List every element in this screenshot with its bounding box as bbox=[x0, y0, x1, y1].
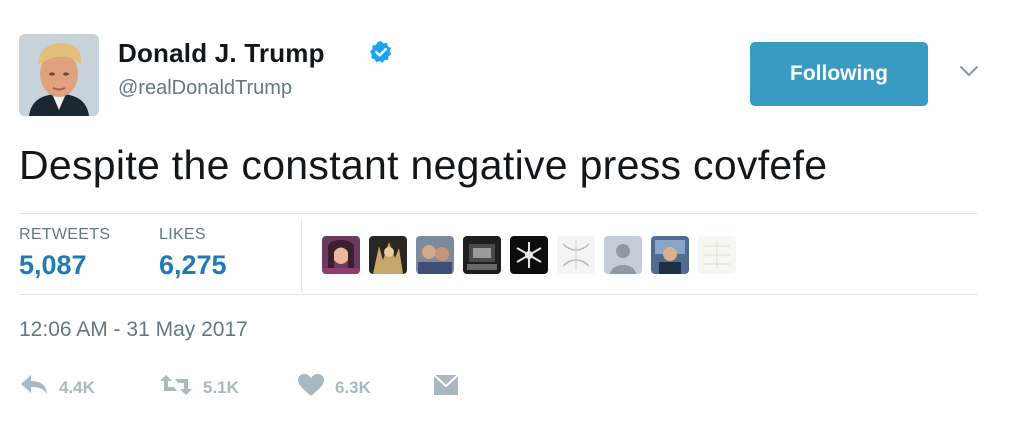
following-button[interactable]: Following bbox=[750, 42, 928, 106]
chevron-down-icon[interactable] bbox=[958, 64, 980, 78]
divider-top bbox=[19, 213, 978, 214]
liker-avatar[interactable] bbox=[651, 236, 689, 274]
reply-icon bbox=[19, 373, 49, 402]
liker-avatar[interactable] bbox=[322, 236, 360, 274]
liker-avatar[interactable] bbox=[557, 236, 595, 274]
like-button[interactable]: 6.3K bbox=[297, 373, 371, 402]
retweet-count: 5.1K bbox=[203, 377, 239, 397]
tweet-timestamp[interactable]: 12:06 AM - 31 May 2017 bbox=[19, 318, 248, 342]
verified-badge-icon bbox=[370, 41, 392, 63]
like-count: 6.3K bbox=[335, 377, 371, 397]
retweet-icon bbox=[159, 373, 193, 402]
display-name[interactable]: Donald J. Trump bbox=[118, 38, 325, 69]
liker-avatar[interactable] bbox=[416, 236, 454, 274]
retweets-count: 5,087 bbox=[19, 250, 87, 280]
likers-avatar-list bbox=[322, 236, 736, 274]
tweet-text: Despite the constant negative press covf… bbox=[19, 142, 828, 188]
user-handle[interactable]: @realDonaldTrump bbox=[118, 77, 292, 100]
retweets-label: RETWEETS bbox=[19, 226, 111, 243]
liker-avatar[interactable] bbox=[463, 236, 501, 274]
stats-separator bbox=[301, 218, 302, 292]
retweet-button[interactable]: 5.1K bbox=[159, 373, 239, 402]
retweets-stat[interactable]: RETWEETS 5,087 bbox=[19, 226, 110, 281]
likes-label: LIKES bbox=[159, 226, 206, 243]
likes-stat[interactable]: LIKES 6,275 bbox=[159, 226, 227, 281]
direct-message-button[interactable] bbox=[432, 373, 460, 402]
liker-avatar[interactable] bbox=[510, 236, 548, 274]
likes-count: 6,275 bbox=[159, 250, 227, 280]
liker-avatar[interactable] bbox=[698, 236, 736, 274]
default-avatar[interactable] bbox=[604, 236, 642, 274]
heart-icon bbox=[297, 373, 325, 402]
reply-count: 4.4K bbox=[59, 377, 95, 397]
avatar[interactable] bbox=[19, 34, 99, 116]
envelope-icon bbox=[432, 373, 460, 402]
divider-bottom bbox=[19, 294, 978, 295]
profile-photo bbox=[19, 34, 99, 116]
reply-button[interactable]: 4.4K bbox=[19, 373, 95, 402]
liker-avatar[interactable] bbox=[369, 236, 407, 274]
